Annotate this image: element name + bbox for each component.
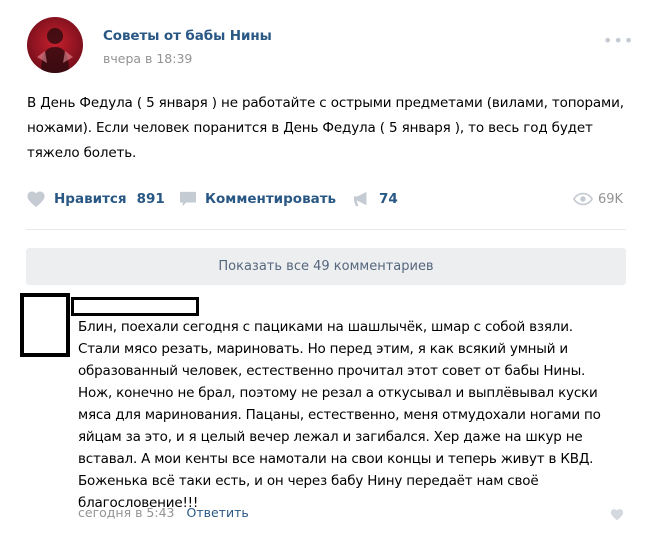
comment-meta: сегодня в 5:43 Ответить <box>78 505 249 520</box>
divider <box>26 229 626 230</box>
comment-label: Комментировать <box>205 191 337 207</box>
share-count: 74 <box>379 191 398 207</box>
megaphone-icon <box>354 191 367 207</box>
redacted-author-name <box>71 297 199 316</box>
eye-icon <box>573 192 593 206</box>
show-all-comments-button[interactable]: Показать все 49 комментариев <box>26 248 626 285</box>
views-count: 69K <box>598 191 624 207</box>
like-button[interactable]: Нравится 891 <box>26 188 165 210</box>
share-button[interactable]: 74 <box>353 188 398 210</box>
group-avatar[interactable] <box>27 17 83 73</box>
heart-icon <box>610 509 624 521</box>
comment-button[interactable]: Комментировать <box>179 188 336 210</box>
group-avatar-image <box>37 28 73 73</box>
group-name-link[interactable]: Советы от бабы Нины <box>103 28 272 44</box>
comment-icon <box>180 191 196 207</box>
post-timestamp[interactable]: вчера в 18:39 <box>103 51 192 66</box>
like-label: Нравится <box>54 191 127 207</box>
reply-link[interactable]: Ответить <box>186 505 248 520</box>
views-counter: 69K <box>573 188 623 210</box>
comment-text: Блин, поехали сегодня с пациками на шашл… <box>78 319 601 511</box>
comment-like-button[interactable] <box>610 506 624 525</box>
post-text: В День Федула ( 5 января ) не работайте … <box>27 95 624 161</box>
heart-icon <box>27 191 45 208</box>
more-options-icon[interactable]: ••• <box>603 31 634 50</box>
comment-timestamp[interactable]: сегодня в 5:43 <box>78 505 175 520</box>
like-count: 891 <box>136 191 165 207</box>
redacted-avatar <box>20 293 70 357</box>
